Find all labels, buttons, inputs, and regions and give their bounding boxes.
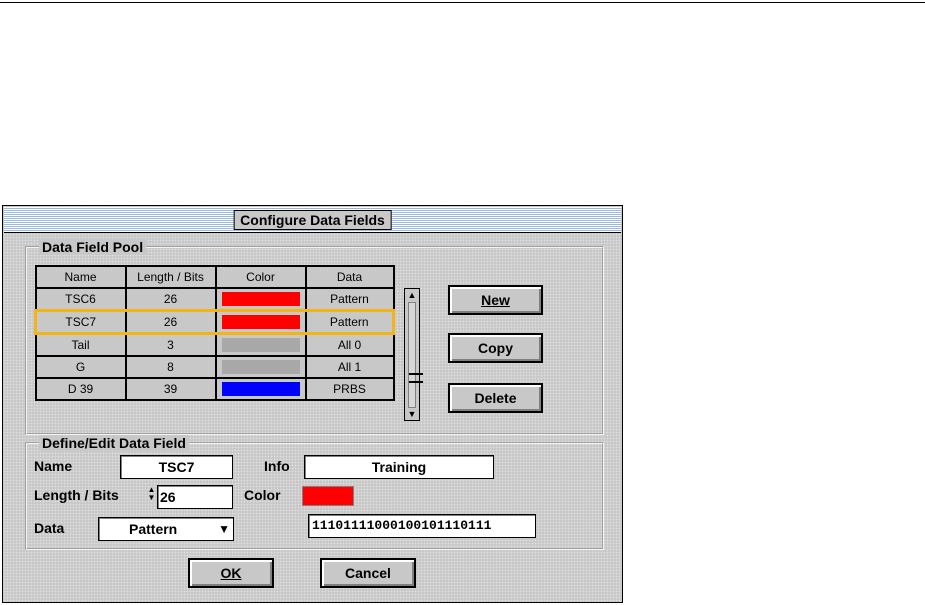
table-row[interactable]: TSC7 26 Pattern: [34, 309, 395, 335]
cell-name: TSC7: [34, 309, 127, 335]
cell-color: [214, 377, 307, 401]
copy-button-label: Copy: [478, 340, 513, 356]
scroll-track[interactable]: [408, 302, 423, 408]
cell-data: All 0: [304, 332, 395, 357]
cell-color: [214, 309, 307, 335]
color-swatch: [221, 315, 300, 329]
table-header-row: Name Length / Bits Color Data: [34, 265, 395, 289]
configure-data-fields-dialog: Configure Data Fields Data Field Pool Na…: [2, 205, 623, 603]
copy-button[interactable]: Copy: [448, 333, 543, 363]
color-swatch: [221, 292, 300, 306]
table-row[interactable]: TSC6 26 Pattern: [34, 287, 395, 312]
cell-length: 8: [124, 355, 217, 379]
column-header-data: Data: [304, 265, 395, 289]
table-row[interactable]: D 39 39 PRBS: [34, 377, 395, 401]
color-swatch: [221, 360, 300, 374]
ok-button-label: OK: [220, 565, 242, 581]
data-type-dropdown[interactable]: Pattern ▼: [98, 517, 234, 541]
length-bits-label: Length / Bits: [34, 487, 119, 503]
scroll-thumb[interactable]: [409, 373, 423, 383]
cell-name: TSC6: [34, 287, 127, 312]
data-field-pool-label: Data Field Pool: [39, 239, 147, 255]
cancel-button-label: Cancel: [345, 565, 391, 581]
info-field[interactable]: Training: [304, 455, 494, 479]
color-swatch: [221, 382, 300, 396]
top-separator-line: [0, 2, 925, 3]
ok-button[interactable]: OK: [188, 558, 274, 588]
length-bits-field[interactable]: 26: [157, 485, 233, 509]
cell-data: Pattern: [304, 309, 395, 335]
new-button-label: New: [481, 292, 510, 308]
data-label: Data: [34, 520, 65, 536]
name-label: Name: [34, 458, 73, 474]
column-header-color: Color: [214, 265, 307, 289]
dialog-title: Configure Data Fields: [233, 210, 392, 230]
cell-color: [214, 355, 307, 379]
name-field[interactable]: TSC7: [120, 455, 233, 479]
title-bar[interactable]: Configure Data Fields: [4, 207, 621, 233]
cell-data: Pattern: [304, 287, 395, 312]
data-type-value: Pattern: [129, 521, 178, 537]
cell-name: D 39: [34, 377, 127, 401]
table-row[interactable]: G 8 All 1: [34, 355, 395, 379]
cell-length: 39: [124, 377, 217, 401]
pool-scrollbar[interactable]: ▲ ▼: [404, 288, 423, 421]
cell-length: 26: [124, 287, 217, 312]
cell-length: 26: [124, 309, 217, 335]
info-label: Info: [264, 458, 290, 474]
data-field-pool-table: Name Length / Bits Color Data TSC6 26 Patt…: [34, 265, 395, 401]
table-row[interactable]: Tail 3 All 0: [34, 332, 395, 357]
up-down-arrows-icon[interactable]: ▲ ▼: [147, 486, 156, 502]
column-header-length: Length / Bits: [124, 265, 217, 289]
delete-button-label: Delete: [474, 390, 517, 406]
cell-data: PRBS: [304, 377, 395, 401]
color-picker-swatch[interactable]: [302, 486, 354, 506]
column-header-name: Name: [34, 265, 127, 289]
chevron-down-icon[interactable]: ▼: [218, 518, 230, 540]
cell-color: [214, 332, 307, 357]
cancel-button[interactable]: Cancel: [320, 558, 416, 588]
new-button[interactable]: New: [448, 285, 543, 315]
cell-color: [214, 287, 307, 312]
scroll-down-arrow-icon[interactable]: ▼: [405, 408, 419, 420]
color-swatch: [221, 338, 300, 352]
cell-length: 3: [124, 332, 217, 357]
cell-name: Tail: [34, 332, 127, 357]
delete-button[interactable]: Delete: [448, 383, 543, 413]
cell-name: G: [34, 355, 127, 379]
color-label: Color: [244, 487, 281, 503]
scroll-up-arrow-icon[interactable]: ▲: [405, 289, 419, 301]
define-edit-label: Define/Edit Data Field: [39, 435, 189, 451]
cell-data: All 1: [304, 355, 395, 379]
pattern-bits-field[interactable]: 11101111000100101110111: [308, 514, 536, 538]
